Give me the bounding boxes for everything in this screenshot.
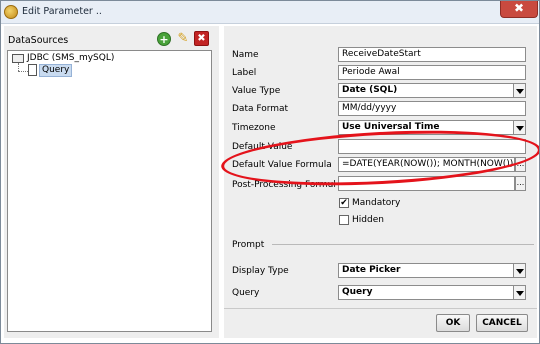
- ok-button[interactable]: OK: [436, 314, 470, 332]
- label-field[interactable]: Periode Awal: [338, 65, 526, 80]
- label-label: Label: [232, 68, 257, 78]
- tree-connector: [18, 71, 28, 72]
- hidden-label: Hidden: [352, 215, 384, 225]
- display-type-label: Display Type: [232, 266, 289, 276]
- cancel-button[interactable]: CANCEL: [476, 314, 528, 332]
- value-type-label: Value Type: [232, 86, 281, 96]
- query-label: Query: [232, 288, 260, 298]
- name-label: Name: [232, 50, 259, 60]
- value-type-select[interactable]: Date (SQL): [338, 83, 514, 98]
- tree-item-query[interactable]: Query: [39, 64, 73, 77]
- chevron-down-icon[interactable]: [513, 120, 526, 135]
- section-divider: [272, 244, 534, 245]
- close-button[interactable]: ✖: [500, 0, 538, 18]
- datasource-tree[interactable]: [7, 50, 212, 332]
- post-processing-editor-button[interactable]: ...: [515, 176, 526, 191]
- add-datasource-icon[interactable]: +: [157, 32, 171, 46]
- prompt-section-label: Prompt: [232, 240, 265, 250]
- app-icon: [4, 5, 18, 19]
- hidden-checkbox[interactable]: [339, 215, 349, 225]
- chevron-down-icon[interactable]: [513, 263, 526, 278]
- data-format-field[interactable]: MM/dd/yyyy: [338, 101, 526, 116]
- timezone-label: Timezone: [232, 123, 276, 133]
- document-icon: [28, 64, 37, 76]
- remove-datasource-icon[interactable]: ✖: [194, 31, 209, 46]
- datasources-label: DataSources: [8, 35, 69, 46]
- query-select[interactable]: Query: [338, 285, 514, 300]
- name-field[interactable]: ReceiveDateStart: [338, 47, 526, 62]
- chevron-down-icon[interactable]: [513, 285, 526, 300]
- mandatory-checkbox[interactable]: ✔: [339, 198, 349, 208]
- button-bar-divider: [224, 308, 537, 309]
- chevron-down-icon[interactable]: [513, 83, 526, 98]
- database-icon: [12, 54, 24, 63]
- data-format-label: Data Format: [232, 104, 289, 114]
- tree-item-jdbc[interactable]: JDBC (SMS_mySQL): [27, 53, 114, 63]
- edit-datasource-icon[interactable]: ✎: [176, 32, 190, 46]
- window-title: Edit Parameter ..: [22, 6, 102, 17]
- tree-connector: [18, 63, 19, 71]
- mandatory-label: Mandatory: [352, 198, 401, 208]
- display-type-select[interactable]: Date Picker: [338, 263, 514, 278]
